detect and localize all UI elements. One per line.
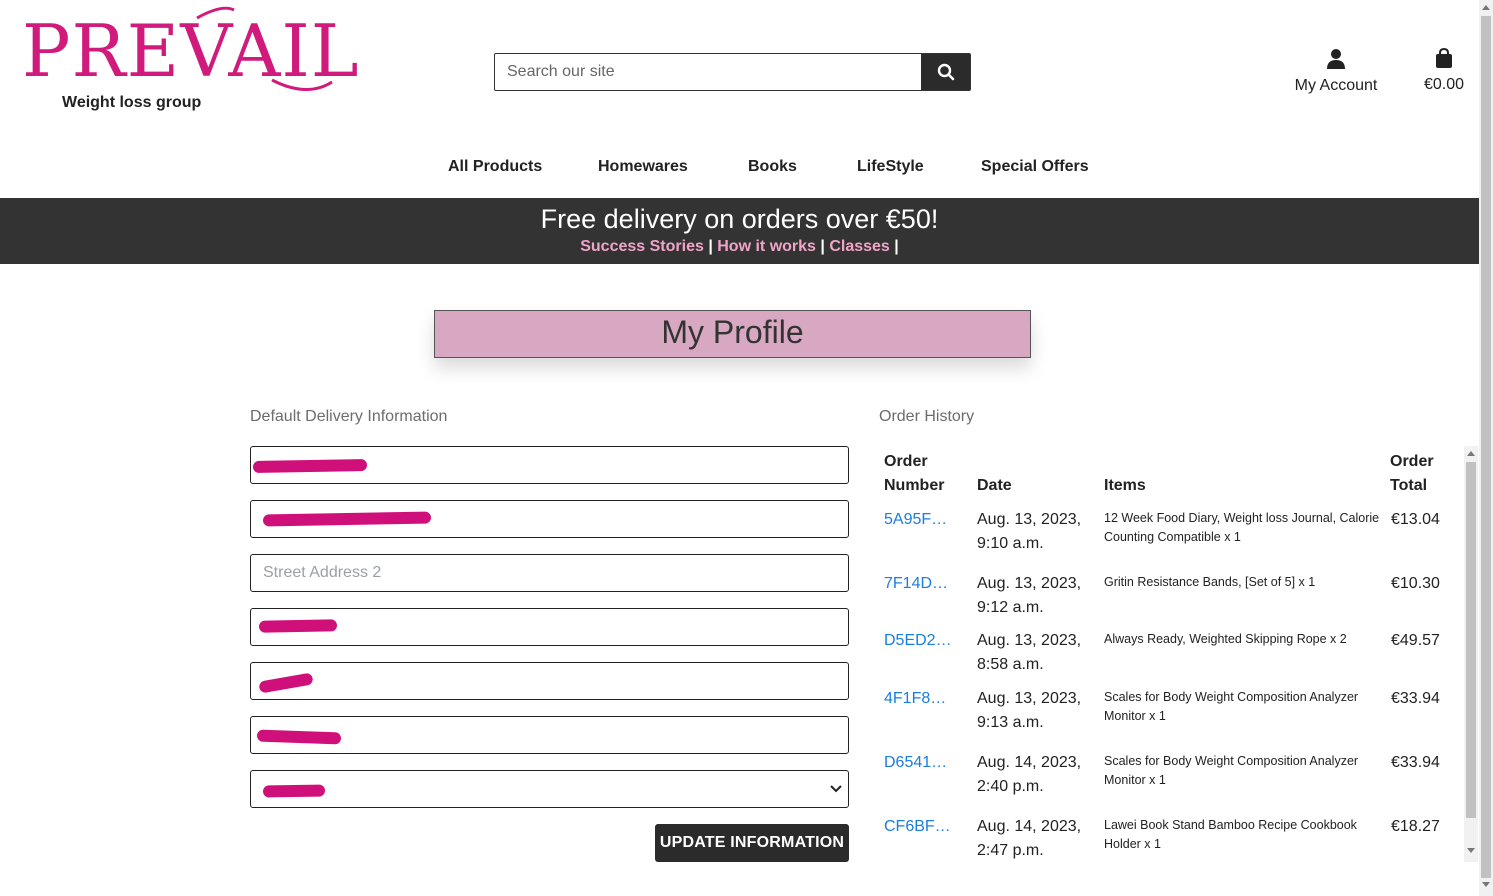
header-order-number-line1: Order <box>884 453 928 470</box>
header-items: Items <box>1104 477 1146 494</box>
town-city-field[interactable] <box>250 608 849 646</box>
order-items: 12 Week Food Diary, Weight loss Journal,… <box>1104 511 1380 544</box>
redaction-mark <box>256 729 342 745</box>
redaction-mark <box>262 784 326 798</box>
my-account-label: My Account <box>1294 77 1378 94</box>
banner-title: Free delivery on orders over €50! <box>540 204 939 234</box>
cart-link[interactable]: €0.00 <box>1418 47 1470 94</box>
search-button[interactable] <box>921 54 970 90</box>
order-history-table: Order Number Date Items Order Total 5A95… <box>879 446 1464 862</box>
order-number-link[interactable]: 7F14D… <box>884 572 948 596</box>
order-total: €18.27 <box>1391 818 1440 835</box>
order-date: Aug. 14, 2023, 2:47 p.m. <box>977 818 1082 859</box>
order-items: Scales for Body Weight Composition Analy… <box>1104 690 1359 723</box>
page-scrollbar[interactable] <box>1479 0 1493 896</box>
county-field[interactable] <box>250 662 849 700</box>
nav-homewares[interactable]: Homewares <box>598 158 688 176</box>
order-total: €49.57 <box>1391 632 1440 649</box>
chevron-down-icon <box>830 785 842 793</box>
order-history-label: Order History <box>879 408 975 425</box>
street-address-2-field[interactable]: Street Address 2 <box>250 554 849 592</box>
header-order-total: Order Total <box>1390 450 1434 498</box>
order-number-link[interactable]: D5ED2… <box>884 629 952 653</box>
update-information-button[interactable]: UPDATE INFORMATION <box>655 824 849 862</box>
cart-total: €0.00 <box>1423 76 1465 93</box>
order-items: Lawei Book Stand Bamboo Recipe Cookbook … <box>1104 818 1357 851</box>
header-order-number: Order Number <box>884 450 944 498</box>
brand-name: PREVAIL <box>22 9 360 93</box>
redaction-mark <box>262 511 432 527</box>
banner-separator: | <box>708 238 713 255</box>
phone-number-field[interactable] <box>250 446 849 484</box>
success-stories-link[interactable]: Success Stories <box>580 238 704 255</box>
brand-tagline: Weight loss group <box>62 94 202 111</box>
classes-link[interactable]: Classes <box>829 238 890 255</box>
search-bar <box>494 53 971 91</box>
nav-lifestyle[interactable]: LifeStyle <box>857 158 924 176</box>
scroll-up-arrow-icon[interactable] <box>1482 4 1490 10</box>
order-date: Aug. 13, 2023, 8:58 a.m. <box>977 632 1082 673</box>
order-number-link[interactable]: D6541… <box>884 751 947 775</box>
country-select[interactable] <box>250 770 849 808</box>
redaction-mark <box>258 672 314 694</box>
order-items: Always Ready, Weighted Skipping Rope x 2 <box>1104 632 1347 646</box>
delivery-banner: Free delivery on orders over €50! Succes… <box>0 198 1479 264</box>
scroll-down-arrow-icon[interactable] <box>1467 848 1475 854</box>
header-order-total-line1: Order <box>1390 453 1434 470</box>
order-total: €13.04 <box>1391 511 1440 528</box>
delivery-section-label: Default Delivery Information <box>250 408 448 425</box>
order-number-link[interactable]: 4F1F8… <box>884 687 946 711</box>
header-date: Date <box>977 477 1012 494</box>
redaction-mark <box>252 459 368 473</box>
brand-logo[interactable]: PREVAIL Weight loss group <box>22 6 359 116</box>
order-items: Gritin Resistance Bands, [Set of 5] x 1 <box>1104 575 1316 589</box>
search-input[interactable] <box>495 54 921 90</box>
banner-separator: | <box>820 238 825 255</box>
scroll-down-arrow-icon[interactable] <box>1482 882 1490 888</box>
shopping-bag-icon <box>1436 47 1452 68</box>
nav-books[interactable]: Books <box>748 158 797 176</box>
banner-links: Success Stories | How it works | Classes… <box>0 236 1479 258</box>
order-table-scrollbar[interactable] <box>1464 446 1478 862</box>
postcode-field[interactable] <box>250 716 849 754</box>
user-icon <box>1327 49 1345 69</box>
nav-special-offers[interactable]: Special Offers <box>981 158 1089 176</box>
main-nav: All Products Homewares Books LifeStyle S… <box>0 158 1479 182</box>
order-total: €33.94 <box>1391 690 1440 707</box>
my-account-link[interactable]: My Account <box>1288 48 1384 95</box>
header-order-total-line2: Total <box>1390 477 1428 494</box>
order-date: Aug. 13, 2023, 9:12 a.m. <box>977 575 1082 616</box>
how-it-works-link[interactable]: How it works <box>717 238 816 255</box>
redaction-mark <box>258 619 338 633</box>
page-title: My Profile <box>434 310 1031 358</box>
scrollbar-thumb[interactable] <box>1466 462 1476 818</box>
order-number-link[interactable]: CF6BF… <box>884 815 951 839</box>
scrollbar-thumb[interactable] <box>1481 16 1491 878</box>
banner-separator: | <box>894 238 899 255</box>
nav-all-products[interactable]: All Products <box>448 158 542 176</box>
order-number-link[interactable]: 5A95F… <box>884 508 947 532</box>
order-date: Aug. 14, 2023, 2:40 p.m. <box>977 754 1082 795</box>
header-order-number-line2: Number <box>884 477 945 494</box>
order-date: Aug. 13, 2023, 9:13 a.m. <box>977 690 1082 731</box>
scroll-up-arrow-icon[interactable] <box>1467 450 1475 456</box>
order-items: Scales for Body Weight Composition Analy… <box>1104 754 1359 787</box>
order-total: €10.30 <box>1391 575 1440 592</box>
street-address-1-field[interactable] <box>250 500 849 538</box>
order-total: €33.94 <box>1391 754 1440 771</box>
order-date: Aug. 13, 2023, 9:10 a.m. <box>977 511 1082 552</box>
search-icon <box>937 63 954 81</box>
